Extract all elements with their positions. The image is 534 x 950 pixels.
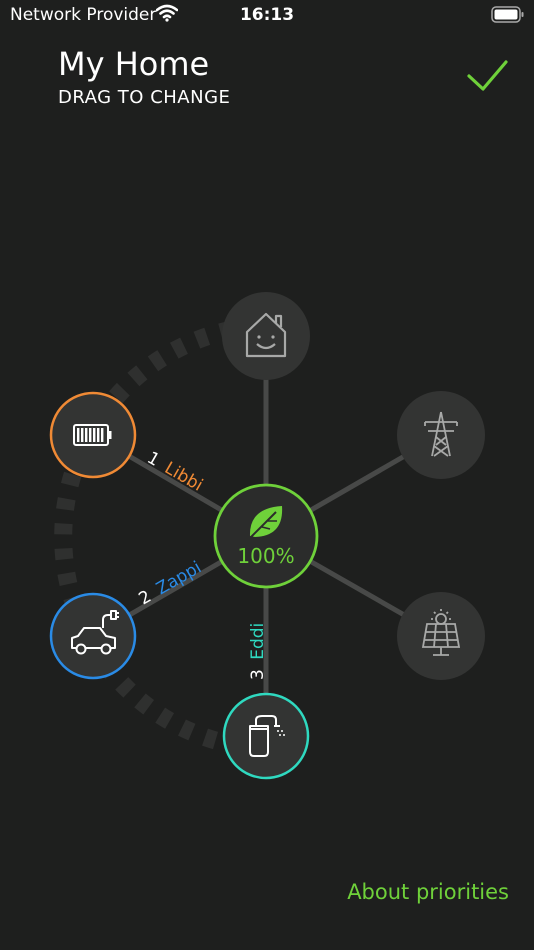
zappi-node[interactable] — [49, 592, 137, 680]
hub-percent: 100% — [237, 544, 294, 568]
device-label-zappi: 2 Zappi — [136, 558, 205, 610]
priority-hub: 100% — [213, 483, 319, 589]
libbi-node[interactable] — [49, 391, 137, 479]
priority-diagram: 1 Libbi 2 Zappi 3 Eddi 100% — [49, 292, 485, 780]
about-priorities-link[interactable]: About priorities — [347, 880, 509, 904]
home-node[interactable] — [222, 292, 310, 380]
grid-node[interactable] — [397, 391, 485, 479]
eddi-node[interactable] — [222, 692, 310, 780]
solar-node[interactable] — [397, 592, 485, 680]
device-label-eddi: 3 Eddi — [248, 623, 268, 680]
